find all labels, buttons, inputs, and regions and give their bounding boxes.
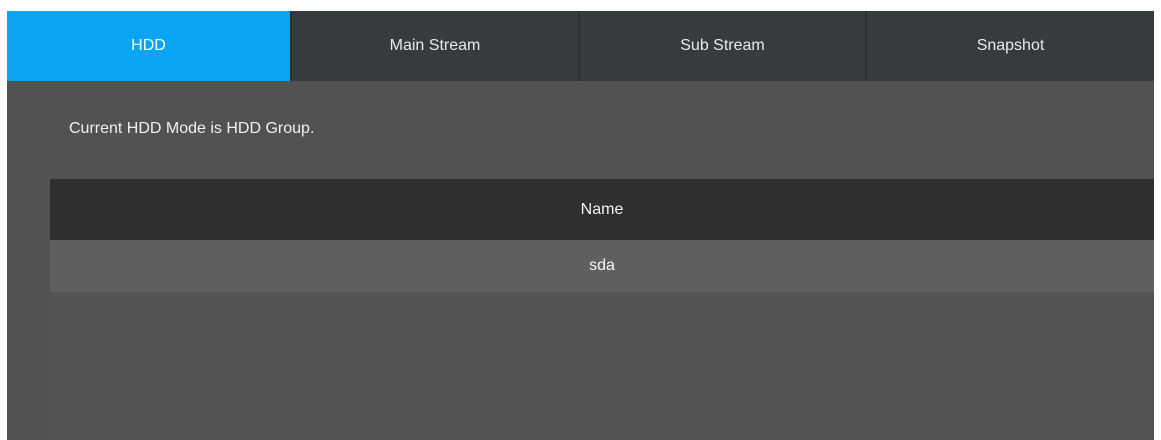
table-header-name: Name xyxy=(50,179,1154,240)
hdd-table: Name sda xyxy=(50,179,1154,440)
tab-bar: HDD Main Stream Sub Stream Snapshot xyxy=(7,11,1154,81)
hdd-settings-panel: HDD Main Stream Sub Stream Snapshot Curr… xyxy=(7,11,1154,440)
hdd-mode-text: Current HDD Mode is HDD Group. xyxy=(69,120,315,137)
table-cell-name: sda xyxy=(589,257,615,274)
tab-snapshot[interactable]: Snapshot xyxy=(867,11,1154,81)
tab-main-stream[interactable]: Main Stream xyxy=(292,11,580,81)
tab-sub-stream[interactable]: Sub Stream xyxy=(580,11,867,81)
tab-hdd[interactable]: HDD xyxy=(7,11,292,81)
table-row[interactable]: sda xyxy=(50,240,1154,292)
